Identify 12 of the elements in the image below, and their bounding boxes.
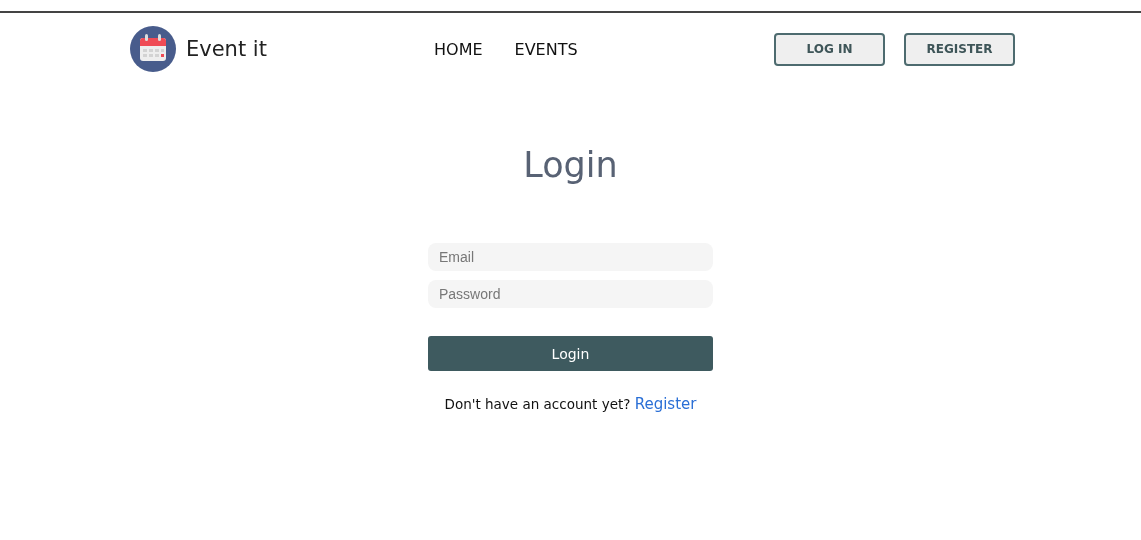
nav-link[interactable]: EVENTS [514, 39, 578, 59]
input-field[interactable]: Email [428, 243, 713, 271]
login-button[interactable]: Login [428, 336, 713, 371]
register-link[interactable]: Register [634, 395, 697, 413]
calendar-logo-icon [130, 26, 176, 72]
header-button[interactable]: REGISTER [904, 32, 1015, 66]
page-title: Login [523, 145, 618, 185]
register-prompt: Don't have an account yet? Register [443, 395, 698, 413]
header-button[interactable]: LOG IN [774, 32, 885, 66]
brand-name: Event it [186, 37, 267, 61]
input-field[interactable]: Password [428, 280, 713, 308]
nav-link[interactable]: HOME [434, 39, 483, 59]
